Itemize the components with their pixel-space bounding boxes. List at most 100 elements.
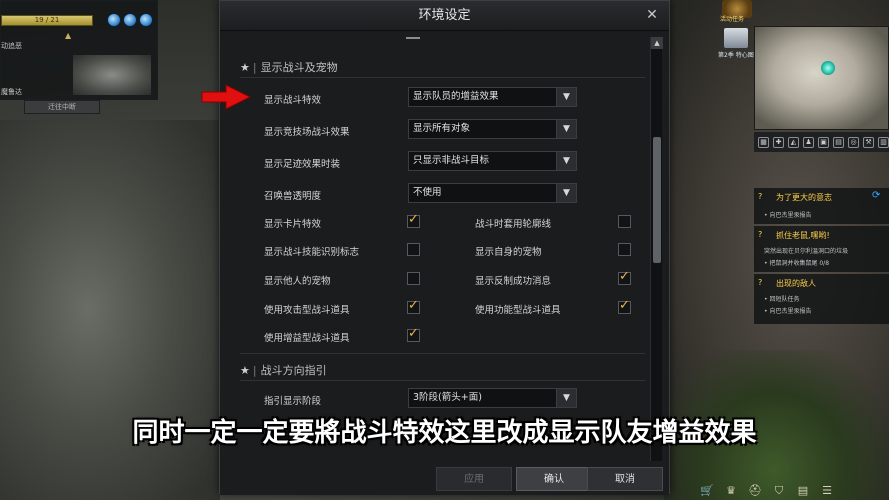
setting-label: 召唤兽透明度	[264, 191, 322, 202]
utility-item-checkbox[interactable]	[618, 298, 631, 314]
quest-marker-icon: ?	[758, 192, 763, 201]
setting-label: 显示战斗特效	[264, 95, 322, 106]
confirm-button[interactable]: 确认	[516, 467, 592, 491]
setting-label: 显示竞技场战斗效果	[264, 127, 350, 138]
select-value: 显示所有对象	[413, 123, 471, 134]
chevron-down-icon[interactable]: ▼	[556, 389, 576, 407]
setting-label: 显示自身的宠物	[475, 247, 542, 258]
close-icon[interactable]: ✕	[643, 6, 661, 24]
setting-label: 显示他人的宠物	[264, 276, 331, 287]
quest-entry[interactable]: ? 为了更大的意志 ⟳ • 向巴杰里汞报告	[754, 188, 889, 224]
party-member-label: 魔鲁达	[1, 88, 22, 96]
section-header: ★ | 战斗方向指引	[240, 362, 327, 378]
minimap-toolbar: ▦ ✚ ◭ ♟ ▣ ▤ ◎ ⚒ ▥	[754, 132, 889, 152]
star-icon: ★	[240, 364, 250, 377]
setting-label: 显示卡片特效	[264, 219, 322, 230]
skill-orb-icon[interactable]	[107, 13, 121, 27]
scrollbar-thumb[interactable]	[653, 137, 661, 263]
divider	[240, 380, 645, 381]
minimap[interactable]	[754, 26, 889, 130]
guide-stage-select[interactable]: 3阶段(箭头+面) ▼	[408, 388, 577, 408]
summon-opacity-select[interactable]: 不使用 ▼	[408, 183, 577, 203]
quest-title: 抓住老鼠,嘿哟!	[776, 231, 830, 240]
setting-label: 显示足迹效果时装	[264, 159, 341, 170]
party-member-label: 动追恶	[1, 42, 22, 50]
quest-objective: • 向巴杰里汞报告	[764, 212, 812, 219]
own-pet-checkbox[interactable]	[618, 243, 631, 256]
dialog-title: 环境设定	[418, 8, 471, 23]
divider	[406, 37, 420, 39]
helmet-icon[interactable]: ⛑	[748, 484, 762, 498]
footprint-effect-select[interactable]: 只显示非战斗目标 ▼	[408, 151, 577, 171]
setting-label: 显示反制成功消息	[475, 276, 552, 287]
quest-marker-icon: ?	[758, 230, 763, 239]
scrollbar[interactable]: ▲	[650, 37, 663, 461]
crown-icon[interactable]: ♛	[724, 484, 738, 498]
divider	[240, 77, 645, 78]
select-value: 不使用	[413, 187, 442, 198]
star-icon: ★	[240, 61, 250, 74]
setting-label: 指引显示阶段	[264, 396, 322, 407]
others-pet-checkbox[interactable]	[407, 272, 420, 285]
video-subtitle: 同时一定一定要將战斗特效这里改成显示队友增益效果	[132, 418, 757, 448]
dialog-header[interactable]: 环境设定 ✕	[220, 1, 669, 31]
divider: |	[252, 61, 257, 74]
setting-label: 使用功能型战斗道具	[475, 305, 561, 316]
chat-icon[interactable]: ▤	[833, 136, 844, 148]
event-quest-label: 活动任务	[720, 16, 745, 23]
arena-effect-select[interactable]: 显示所有对象 ▼	[408, 119, 577, 139]
divider: |	[252, 364, 257, 377]
chest-icon[interactable]: ▣	[818, 136, 829, 148]
quest-entry[interactable]: ? 出现的敌人 • 回短队任务 • 向巴杰里汞报告	[754, 274, 889, 324]
crosshair-icon[interactable]: ✚	[773, 136, 784, 148]
skill-indicator-checkbox[interactable]	[407, 243, 420, 256]
skill-orb-icon[interactable]	[139, 13, 153, 27]
target-icon[interactable]: ◎	[848, 136, 859, 148]
codex-icon[interactable]	[724, 28, 748, 48]
map-icon[interactable]: ▦	[758, 136, 769, 148]
apply-button[interactable]: 应用	[436, 467, 512, 491]
hammer-icon[interactable]: ⚒	[863, 136, 874, 148]
refresh-icon[interactable]: ⟳	[872, 190, 880, 201]
boss-portrait	[73, 55, 151, 95]
hp-bar: 19 / 21	[1, 15, 93, 26]
caret-up-icon[interactable]: ▲	[65, 31, 71, 40]
counter-message-checkbox[interactable]	[618, 269, 631, 285]
interrupt-button[interactable]: 迁往中断	[24, 100, 100, 114]
section-header: ★ | 显示战斗及宠物	[240, 59, 338, 75]
battle-effect-select[interactable]: 显示队员的增益效果 ▼	[408, 87, 577, 107]
quest-title: 为了更大的意志	[776, 193, 832, 202]
hp-text: 19 / 21	[34, 16, 60, 24]
bottom-hud: 🛒 ♛ ⛑ ⛉ ▤ ☰	[692, 482, 889, 500]
chevron-down-icon[interactable]: ▼	[556, 152, 576, 170]
party-icon[interactable]: ♟	[803, 136, 814, 148]
ship-icon[interactable]: ◭	[788, 136, 799, 148]
attack-item-checkbox[interactable]	[407, 298, 420, 314]
setting-label: 使用增益型战斗道具	[264, 333, 350, 344]
cancel-button[interactable]: 取消	[587, 467, 663, 491]
menu-icon[interactable]: ☰	[820, 484, 834, 498]
cart-icon[interactable]: 🛒	[700, 484, 714, 498]
quest-marker-icon: ?	[758, 278, 763, 287]
setting-label: 显示战斗技能识别标志	[264, 247, 360, 258]
chevron-down-icon[interactable]: ▼	[556, 184, 576, 202]
skill-orb-icon[interactable]	[123, 13, 137, 27]
setting-label: 使用攻击型战斗道具	[264, 305, 350, 316]
section-title: 显示战斗及宠物	[260, 61, 338, 74]
book-icon[interactable]: ▤	[796, 484, 810, 498]
quest-objective: • 把鼠洞并收集鼠尾 0/8	[764, 260, 830, 267]
scroll-up-icon[interactable]: ▲	[651, 37, 663, 49]
party-frame[interactable]: 19 / 21 ▲ 动追恶 魔鲁达	[0, 0, 158, 100]
card-effect-checkbox[interactable]	[407, 212, 420, 228]
player-marker-icon	[821, 61, 835, 75]
outline-checkbox[interactable]	[618, 215, 631, 228]
chevron-down-icon[interactable]: ▼	[556, 88, 576, 106]
quest-objective: • 向巴杰里汞报告	[764, 308, 812, 315]
scroll-icon[interactable]: ▥	[878, 136, 889, 148]
quest-entry[interactable]: ? 抓住老鼠,嘿哟! 突然出现在贝尔利温洞口的垃圾 • 把鼠洞并收集鼠尾 0/8	[754, 226, 889, 272]
buff-item-checkbox[interactable]	[407, 326, 420, 342]
chevron-down-icon[interactable]: ▼	[556, 120, 576, 138]
shield-icon[interactable]: ⛉	[772, 484, 786, 498]
quest-objective: • 回短队任务	[764, 296, 800, 303]
select-value: 显示队员的增益效果	[413, 91, 499, 102]
